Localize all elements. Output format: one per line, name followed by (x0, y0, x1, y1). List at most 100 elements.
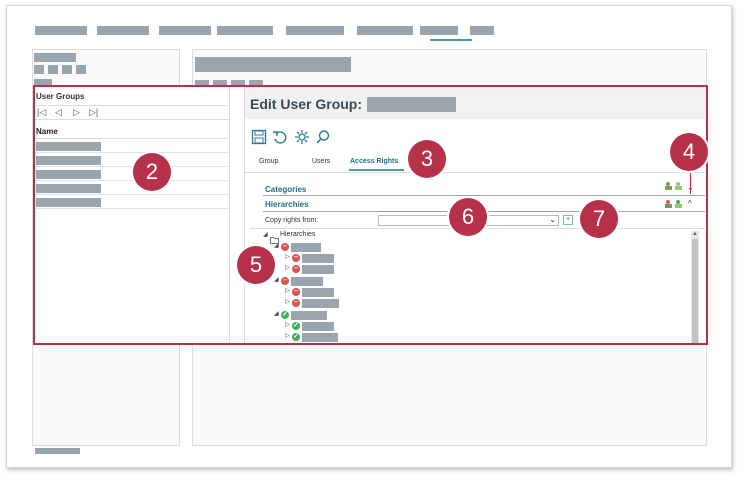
tree-node[interactable]: ◢ – (274, 276, 354, 287)
nav-item[interactable] (420, 26, 458, 35)
collapsed-icon[interactable]: ▷ (285, 321, 290, 328)
tree-node[interactable]: ▷ ✓ (285, 321, 365, 332)
active-tab-indicator (349, 169, 404, 171)
blurred-node-name (302, 299, 339, 308)
blurred-node-name (291, 277, 323, 286)
undo-icon[interactable] (272, 129, 288, 145)
blurred-button[interactable] (76, 65, 86, 74)
tree-scrollbar[interactable]: ▲ (691, 231, 699, 343)
allow-icon[interactable]: ✓ (292, 322, 300, 330)
divider (245, 172, 706, 173)
save-icon[interactable] (251, 129, 267, 145)
blurred-node-name (291, 311, 327, 320)
nav-item[interactable] (97, 26, 149, 35)
nav-item[interactable] (286, 26, 344, 35)
blurred-group-name (36, 198, 101, 207)
divider (263, 195, 705, 196)
divider (35, 105, 230, 106)
tree-node[interactable]: ▷ – (285, 253, 365, 264)
nav-item[interactable] (357, 26, 413, 35)
allow-icon[interactable]: ✓ (281, 311, 289, 319)
deny-icon[interactable]: – (292, 299, 300, 307)
last-page-icon[interactable]: ▷| (89, 107, 98, 118)
chevron-up-icon[interactable]: ^ (688, 199, 692, 208)
deny-icon[interactable]: – (281, 243, 289, 251)
tree-node[interactable]: ▷ ✓ (285, 332, 365, 343)
collapsed-icon[interactable]: ▷ (285, 332, 290, 339)
copy-rights-button[interactable]: + (563, 215, 573, 225)
callout-badge-5: 5 (237, 246, 275, 284)
tree-node[interactable]: ◢ – (274, 242, 354, 253)
callout-badge-3: 3 (408, 140, 446, 178)
blurred-group-name (36, 184, 101, 193)
callout-badge-6: 6 (449, 198, 487, 236)
chevron-down-icon: ⌄ (549, 215, 556, 224)
collapsed-icon[interactable]: ▷ (285, 298, 290, 305)
nav-active-indicator (430, 39, 472, 41)
tree-root[interactable]: ◢ Hierarchies (263, 231, 383, 244)
deny-icon[interactable]: – (292, 265, 300, 273)
blurred-group-name (36, 142, 101, 151)
section-categories[interactable]: Categories (265, 185, 306, 194)
blurred-button[interactable] (34, 65, 44, 74)
blurred-node-name (302, 333, 338, 342)
blurred-node-name (302, 265, 334, 274)
scrollbar-thumb[interactable] (692, 239, 698, 343)
nav-item[interactable] (35, 26, 87, 35)
list-item[interactable] (35, 195, 230, 209)
tree-node[interactable]: ▷ – (285, 298, 365, 309)
panel-title: User Groups (36, 92, 85, 101)
divider (35, 119, 230, 120)
copy-rights-label: Copy rights from: (265, 217, 319, 224)
expanded-icon[interactable]: ◢ (274, 310, 279, 317)
callout-badge-2: 2 (133, 153, 171, 191)
list-item[interactable] (35, 153, 230, 167)
deny-icon[interactable]: – (281, 277, 289, 285)
blurred-heading (34, 53, 76, 62)
allow-icon[interactable]: ✓ (292, 333, 300, 341)
tree-node[interactable]: ▷ – (285, 264, 365, 275)
blurred-footer-text (35, 448, 80, 454)
first-page-icon[interactable]: |◁ (37, 107, 46, 118)
blurred-node-name (302, 322, 334, 331)
scroll-up-icon[interactable]: ▲ (692, 231, 698, 237)
page-title: Edit User Group: (250, 96, 363, 112)
nav-item[interactable] (217, 26, 273, 35)
deny-icon[interactable]: – (292, 288, 300, 296)
blurred-node-name (302, 288, 334, 297)
nav-item[interactable] (470, 26, 494, 35)
blurred-header (195, 57, 351, 72)
tree-root-label: Hierarchies (280, 231, 316, 238)
settings-icon[interactable] (294, 129, 310, 145)
list-item[interactable] (35, 181, 230, 195)
next-page-icon[interactable]: ▷ (73, 107, 80, 118)
section-hierarchies[interactable]: Hierarchies (265, 200, 309, 209)
expanded-icon[interactable]: ◢ (274, 242, 279, 249)
prev-page-icon[interactable]: ◁ (55, 107, 62, 118)
tree-node[interactable]: ◢ ✓ (274, 310, 354, 321)
collapsed-icon[interactable]: ▷ (285, 287, 290, 294)
expanded-icon[interactable]: ◢ (274, 276, 279, 283)
blurred-button[interactable] (62, 65, 72, 74)
collapsed-icon[interactable]: ▷ (285, 253, 290, 260)
permission-icons[interactable] (664, 199, 688, 211)
blurred-button[interactable] (48, 65, 58, 74)
blurred-node-name (302, 254, 334, 263)
callout-badge-7: 7 (580, 200, 618, 238)
deny-icon[interactable]: – (292, 254, 300, 262)
blurred-group-title (367, 97, 456, 112)
column-header-name[interactable]: Name (36, 127, 58, 136)
user-groups-panel: User Groups |◁ ◁ ▷ ▷| Name (35, 87, 230, 343)
callout-badge-4: 4 (670, 133, 708, 171)
permission-icons[interactable] (664, 181, 688, 193)
list-item[interactable] (35, 139, 230, 153)
expanded-icon[interactable]: ◢ (263, 231, 268, 238)
tree-node[interactable]: ▷ – (285, 287, 365, 298)
tab-users[interactable]: Users (312, 158, 330, 165)
collapsed-icon[interactable]: ▷ (285, 264, 290, 271)
nav-item[interactable] (159, 26, 211, 35)
tab-group[interactable]: Group (259, 158, 278, 165)
search-icon[interactable] (315, 129, 331, 145)
tab-access-rights[interactable]: Access Rights (350, 158, 398, 165)
panel-header: Edit User Group: (245, 87, 706, 119)
